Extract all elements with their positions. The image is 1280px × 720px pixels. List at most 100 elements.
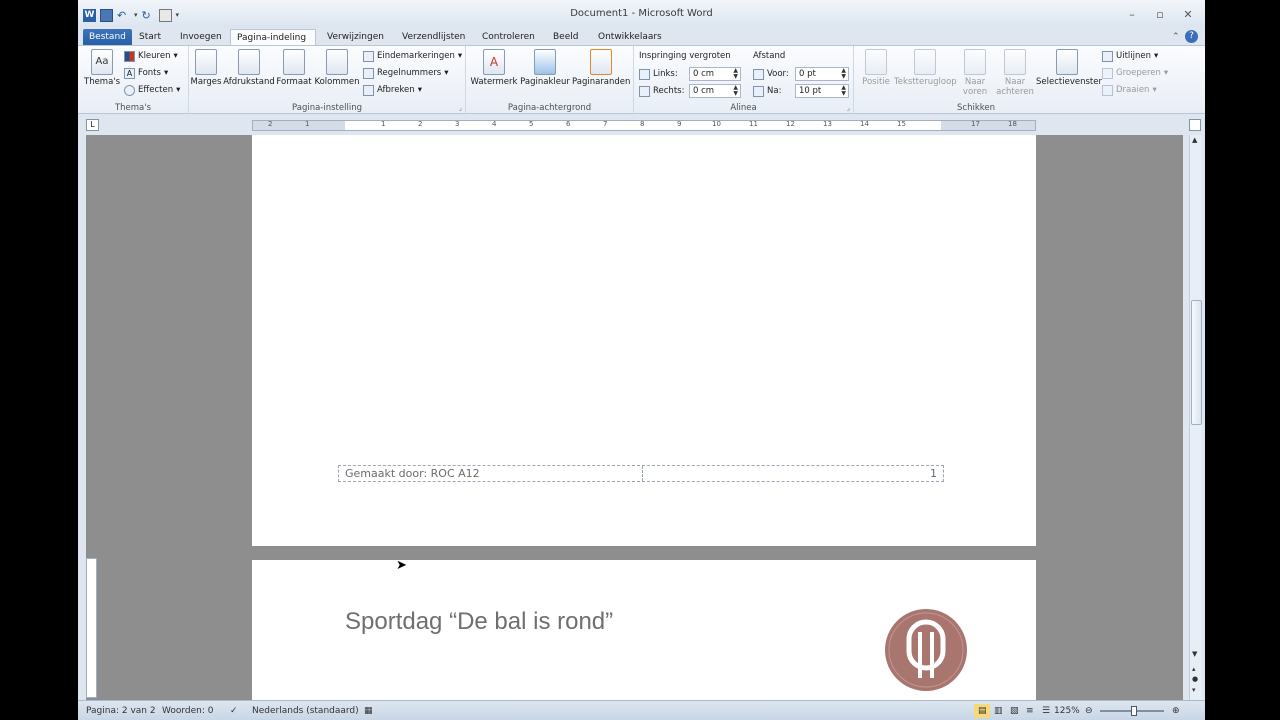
tab-mailings[interactable]: Verzendlijsten	[396, 29, 471, 46]
ruler-tick-label: 6	[566, 120, 571, 128]
mouse-cursor-icon: ➤	[396, 558, 407, 573]
send-backward-button[interactable]: Naar achteren	[994, 49, 1036, 97]
tab-view[interactable]: Beeld	[547, 29, 584, 46]
close-icon[interactable]: ✕	[1181, 9, 1195, 21]
tab-page-layout[interactable]: Pagina-indeling	[230, 29, 316, 46]
horizontal-ruler[interactable]: 2 1 1 2 1 2 3 4 5 6 7 8 9 10 11 12 13 14…	[252, 120, 1036, 131]
selection-pane-button[interactable]: Selectievenster	[1036, 49, 1102, 87]
spacing-before-field[interactable]: 0 pt ▲ ▼	[795, 67, 849, 81]
maximize-icon[interactable]: ▫	[1153, 9, 1167, 21]
view-ruler-icon[interactable]	[1189, 119, 1201, 131]
zoom-level[interactable]: 125%	[1050, 704, 1084, 718]
tab-selector-icon[interactable]: L	[86, 119, 99, 131]
spacing-after-field[interactable]: 10 pt ▲ ▼	[795, 84, 849, 98]
indent-title: Inspringing vergroten	[639, 51, 731, 61]
spacing-after-icon	[753, 85, 764, 97]
zoom-out-icon[interactable]: ⊖	[1081, 704, 1097, 718]
full-screen-reading-icon[interactable]: ▥	[990, 704, 1006, 718]
selection-pane-icon	[1056, 49, 1078, 75]
vertical-scrollbar[interactable]: ▲ ▼ ▴ ● ▾	[1189, 135, 1202, 700]
spinner-arrows-icon[interactable]: ▲ ▼	[841, 85, 846, 97]
scroll-up-icon[interactable]: ▲	[1192, 136, 1197, 144]
web-layout-icon[interactable]: ▧	[1006, 704, 1022, 718]
ruler-tick-label: 7	[603, 120, 608, 128]
group-page-background-label: Pagina-achtergrond	[507, 103, 592, 113]
page-borders-label: Paginaranden	[572, 77, 631, 87]
hyphenation-button[interactable]: Afbreken ▾	[363, 83, 422, 97]
scroll-down-icon[interactable]: ▼	[1192, 650, 1197, 658]
status-language[interactable]: Nederlands (standaard)	[248, 704, 363, 718]
tab-references[interactable]: Verwijzingen	[321, 29, 390, 46]
margins-button[interactable]: Marges	[189, 49, 223, 87]
tab-review[interactable]: Controleren	[476, 29, 541, 46]
ribbon-collapse-icon[interactable]: ⌃	[1172, 32, 1180, 42]
screen-right-border	[1205, 0, 1280, 720]
page-color-icon	[534, 49, 556, 75]
page-setup-launcher-icon[interactable]: ⌟	[459, 104, 462, 112]
print-layout-view-icon[interactable]: ▤	[974, 704, 990, 718]
zoom-in-icon[interactable]: ⊕	[1168, 704, 1184, 718]
breaks-button[interactable]: Eindemarkeringen ▾	[363, 49, 462, 63]
orientation-button[interactable]: Afdrukstand	[223, 49, 275, 87]
columns-button[interactable]: Kolommen	[313, 49, 361, 87]
proofing-icon[interactable]: ✓	[226, 704, 242, 718]
minimize-icon[interactable]: –	[1125, 9, 1139, 21]
indent-left-field[interactable]: 0 cm ▲ ▼	[689, 67, 741, 81]
ruler-tick-label: 4	[492, 120, 497, 128]
zoom-slider[interactable]	[1100, 706, 1164, 716]
word-window: W ↶ ▾ ↻ ▾ Document1 - Microsoft Word – ▫…	[78, 0, 1205, 720]
document-heading[interactable]: Sportdag “De bal is rond”	[345, 608, 613, 636]
align-button[interactable]: Uitlijnen ▾	[1102, 49, 1158, 63]
previous-page-icon[interactable]: ▴	[1192, 665, 1196, 673]
fonts-label: Fonts	[138, 68, 161, 78]
tab-developer[interactable]: Ontwikkelaars	[592, 29, 668, 46]
page-borders-button[interactable]: Paginaranden	[572, 49, 630, 87]
tab-home[interactable]: Start	[133, 29, 167, 46]
effects-button[interactable]: Effecten ▾	[124, 83, 180, 97]
tab-file[interactable]: Bestand	[83, 29, 132, 46]
wrap-text-button[interactable]: Tekstterugloop	[894, 49, 957, 87]
bring-forward-button[interactable]: Naar voren	[956, 49, 994, 97]
effects-label: Effecten	[138, 85, 174, 95]
next-page-icon[interactable]: ▾	[1192, 686, 1196, 694]
status-words[interactable]: Woorden: 0	[158, 704, 218, 718]
line-numbers-button[interactable]: Regelnummers ▾	[363, 66, 449, 80]
outline-view-icon[interactable]: ≡	[1022, 704, 1038, 718]
watermark-button[interactable]: A Watermerk	[470, 49, 518, 87]
tab-insert[interactable]: Invoegen	[174, 29, 228, 46]
group-button[interactable]: Groeperen ▾	[1102, 66, 1168, 80]
page-color-label: Paginakleur	[520, 77, 570, 87]
title-bar: W ↶ ▾ ↻ ▾ Document1 - Microsoft Word – ▫…	[78, 0, 1205, 28]
footer-page-number[interactable]: 1	[930, 467, 937, 480]
page-color-button[interactable]: Paginakleur	[518, 49, 572, 87]
size-button[interactable]: Formaat	[275, 49, 313, 87]
spinner-arrows-icon[interactable]: ▲ ▼	[841, 68, 846, 80]
themes-button[interactable]: Aa Thema's	[84, 49, 120, 87]
macro-record-icon[interactable]: ▦	[360, 704, 376, 718]
document-area[interactable]: Gemaakt door: ROC A12 1 Sportdag “De bal…	[86, 135, 1183, 700]
rotate-button[interactable]: Draaien ▾	[1102, 83, 1157, 97]
page-2[interactable]: Sportdag “De bal is rond”	[252, 560, 1036, 700]
position-button[interactable]: Positie	[857, 49, 895, 87]
footer-author[interactable]: Gemaakt door: ROC A12	[345, 467, 480, 480]
page-1[interactable]: Gemaakt door: ROC A12 1	[252, 135, 1036, 546]
group-label: Groeperen	[1116, 68, 1161, 78]
vertical-ruler[interactable]	[86, 558, 97, 698]
help-icon[interactable]: ?	[1185, 30, 1198, 43]
colors-button[interactable]: Kleuren ▾	[124, 49, 178, 63]
zoom-slider-knob[interactable]	[1131, 706, 1137, 716]
spinner-arrows-icon[interactable]: ▲ ▼	[733, 68, 738, 80]
browse-object-icon[interactable]: ●	[1192, 675, 1198, 683]
fonts-button[interactable]: A Fonts ▾	[124, 66, 168, 80]
status-page[interactable]: Pagina: 2 van 2	[82, 704, 160, 718]
ruler-tick-label: 9	[677, 120, 682, 128]
indent-right-field[interactable]: 0 cm ▲ ▼	[689, 84, 741, 98]
scrollbar-thumb[interactable]	[1191, 300, 1202, 425]
screen-left-border	[0, 0, 78, 720]
ruler-margin-right	[941, 121, 1035, 130]
themes-button-label: Thema's	[84, 77, 121, 87]
footer-table[interactable]: Gemaakt door: ROC A12 1	[338, 465, 944, 482]
indent-left-icon	[639, 68, 650, 80]
spinner-arrows-icon[interactable]: ▲ ▼	[733, 85, 738, 97]
paragraph-launcher-icon[interactable]: ⌟	[847, 104, 850, 112]
